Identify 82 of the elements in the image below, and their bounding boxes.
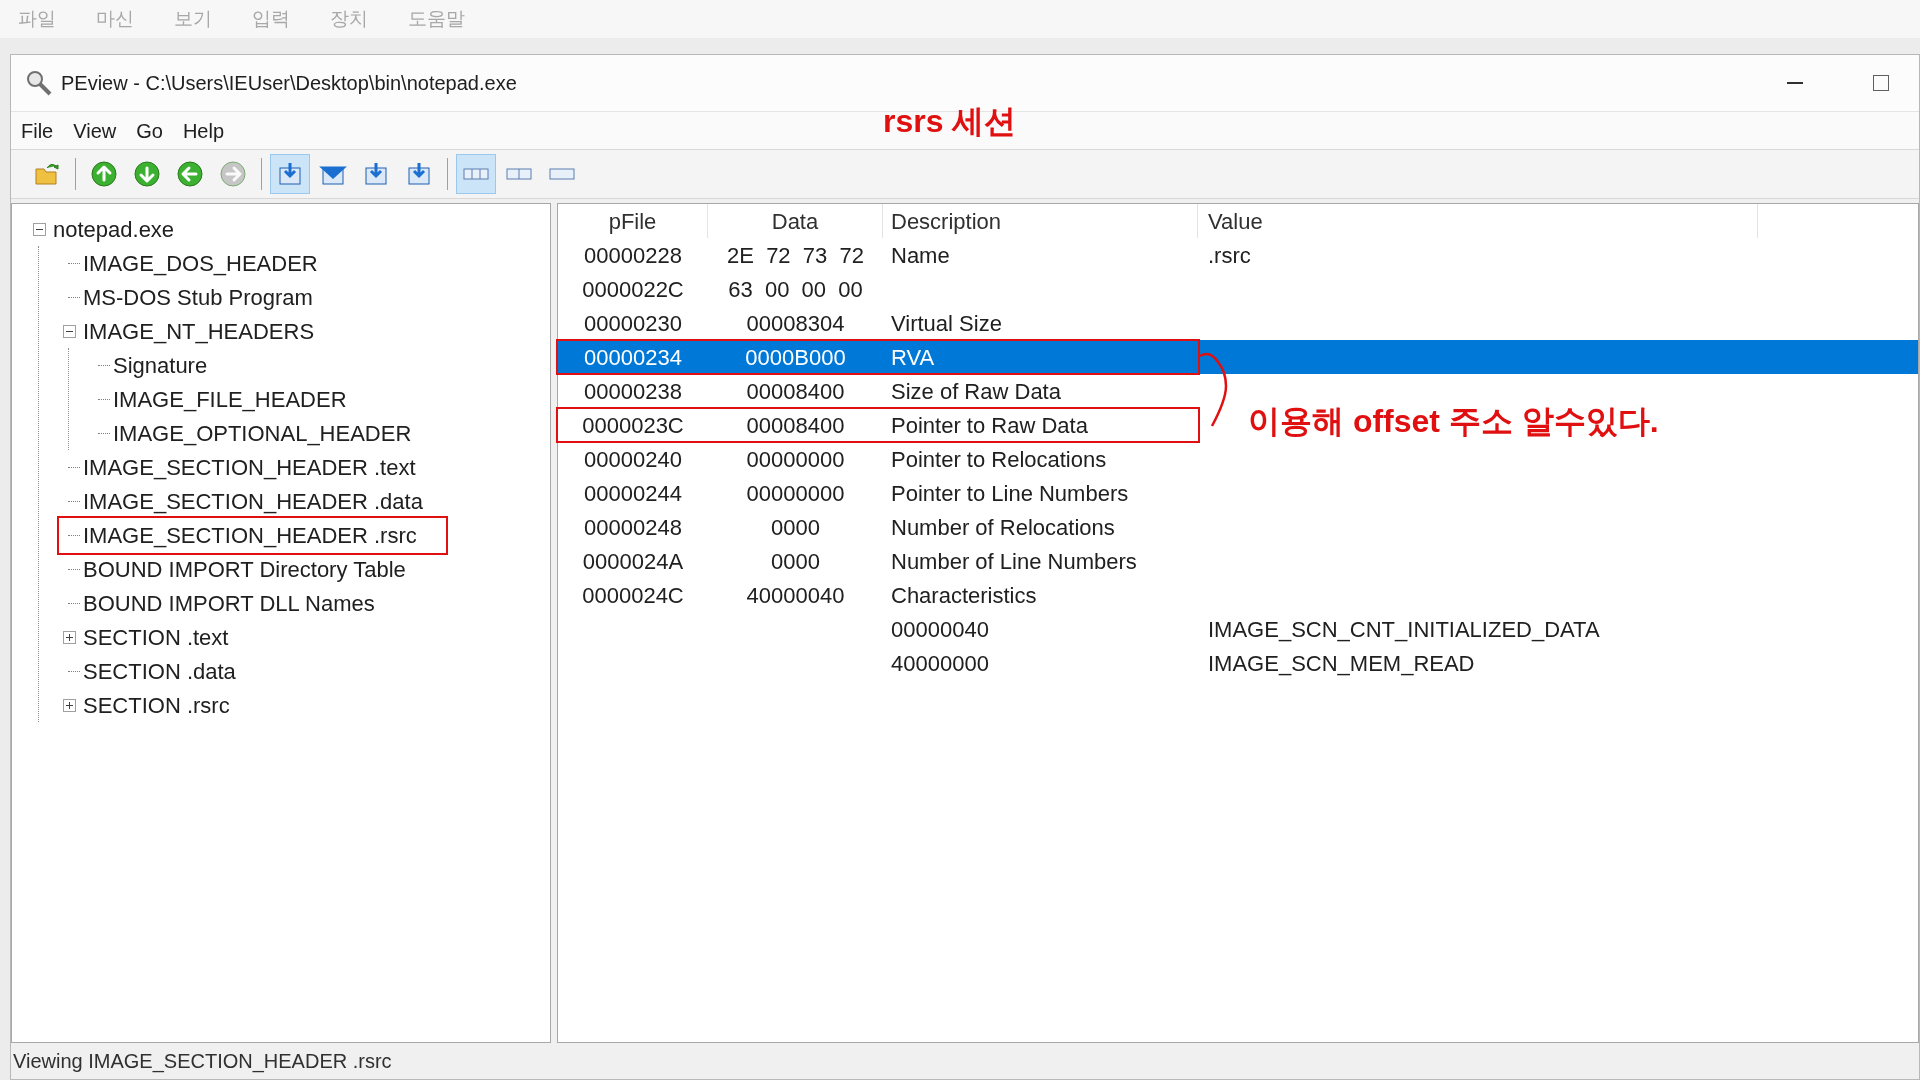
menu-item[interactable]: Help bbox=[182, 115, 225, 146]
column-header[interactable]: Value bbox=[1198, 204, 1758, 238]
arrow-down-icon bbox=[133, 160, 161, 188]
arrow-right-icon bbox=[219, 160, 247, 188]
table-cell-text: 40000000 bbox=[891, 649, 989, 678]
annotation-title: rsrs 세션 bbox=[883, 102, 1017, 141]
tree-item[interactable]: MS-DOS Stub Program bbox=[80, 280, 316, 314]
selected-row[interactable]: 00000234 0000B000 RVA bbox=[558, 340, 1918, 374]
expand-icon[interactable] bbox=[62, 698, 76, 712]
table-cell-text: 00000244 bbox=[584, 479, 682, 508]
column-header[interactable]: Description bbox=[883, 204, 1198, 238]
table-cell-text: 00000000 bbox=[746, 445, 845, 474]
table-cell-text: 00008400 bbox=[746, 411, 845, 440]
column-header[interactable]: pFile bbox=[558, 204, 708, 238]
arrow-left-icon bbox=[176, 160, 204, 188]
tree-item[interactable]: notepad.exe bbox=[50, 212, 178, 246]
status-text: Viewing IMAGE_SECTION_HEADER .rsrc bbox=[13, 1049, 392, 1075]
table-cell-text: 00000240 bbox=[584, 445, 682, 474]
table-cell-text: 00000230 bbox=[584, 309, 682, 338]
tree-item[interactable]: IMAGE_SECTION_HEADER .text bbox=[80, 450, 419, 484]
columns-icon bbox=[549, 167, 575, 181]
tree-item[interactable]: IMAGE_DOS_HEADER bbox=[80, 246, 321, 280]
menu-item[interactable]: Go bbox=[136, 115, 163, 146]
table-cell-text: 0000 bbox=[771, 513, 820, 542]
tree-item[interactable]: SECTION .data bbox=[80, 654, 239, 688]
table-cell-text: Name bbox=[891, 241, 950, 270]
table-cell-text: 00008304 bbox=[746, 309, 845, 338]
expand-icon[interactable] bbox=[62, 630, 76, 644]
table-cell-text: 00000248 bbox=[584, 513, 682, 542]
collapse-icon[interactable] bbox=[32, 222, 46, 236]
table-cell-text: 0000023C bbox=[582, 411, 684, 440]
tree-item[interactable]: IMAGE_SECTION_HEADER .rsrc bbox=[60, 518, 445, 552]
download-box-icon bbox=[276, 160, 304, 188]
column-header[interactable]: Data bbox=[708, 204, 883, 238]
table-cell-text: IMAGE_SCN_MEM_READ bbox=[1208, 649, 1475, 678]
menu-item[interactable]: View bbox=[73, 115, 117, 146]
table-cell-text: 00000234 bbox=[584, 343, 682, 372]
toolbar-button[interactable] bbox=[270, 154, 310, 194]
table-cell-text: .rsrc bbox=[1208, 241, 1251, 270]
table-cell-text: 63 00 00 00 bbox=[728, 275, 863, 304]
table-cell-text: 2E 72 73 72 bbox=[727, 241, 864, 270]
table-cell-text: 00000238 bbox=[584, 377, 682, 406]
table-cell-text: Pointer to Relocations bbox=[891, 445, 1107, 474]
tree-item[interactable]: IMAGE_NT_HEADERS bbox=[80, 314, 318, 348]
download-box-icon bbox=[405, 160, 433, 188]
maximize-icon[interactable] bbox=[1873, 75, 1889, 91]
table-cell-text: Pointer to Line Numbers bbox=[891, 479, 1129, 508]
table-cell-text: 0000024C bbox=[582, 581, 684, 610]
tree-item[interactable]: IMAGE_FILE_HEADER bbox=[110, 382, 350, 416]
table-cell-text: 0000 bbox=[771, 547, 820, 576]
tree-item[interactable]: BOUND IMPORT Directory Table bbox=[80, 552, 409, 586]
window-title: PEview - C:\Users\IEUser\Desktop\bin\notepad.exe bbox=[61, 71, 517, 96]
table-cell-text: Pointer to Raw Data bbox=[891, 411, 1088, 440]
tree-item[interactable]: IMAGE_SECTION_HEADER .data bbox=[80, 484, 426, 518]
columns-icon bbox=[463, 167, 489, 181]
table-cell-text: 00000000 bbox=[746, 479, 845, 508]
tree-item[interactable]: SECTION .rsrc bbox=[80, 688, 233, 722]
table-cell-text: Size of Raw Data bbox=[891, 377, 1061, 406]
collapse-icon[interactable] bbox=[62, 324, 76, 338]
columns-icon bbox=[506, 167, 532, 181]
table-cell-text: 0000022C bbox=[582, 275, 684, 304]
tree-item[interactable]: IMAGE_OPTIONAL_HEADER bbox=[110, 416, 415, 450]
table-cell-text: 00000228 bbox=[584, 241, 682, 270]
table-cell-text: IMAGE_SCN_CNT_INITIALIZED_DATA bbox=[1208, 615, 1600, 644]
table-cell-text: Number of Line Numbers bbox=[891, 547, 1137, 576]
table-cell-text: 00000040 bbox=[891, 615, 989, 644]
magnifier-icon bbox=[25, 69, 53, 97]
table-cell-text: Number of Relocations bbox=[891, 513, 1115, 542]
tree-item[interactable]: Signature bbox=[110, 348, 211, 382]
tree-item[interactable]: BOUND IMPORT DLL Names bbox=[80, 586, 378, 620]
table-cell-text: 40000040 bbox=[746, 581, 845, 610]
arrow-up-icon bbox=[90, 160, 118, 188]
download-box-icon bbox=[362, 160, 390, 188]
table-cell-text: RVA bbox=[891, 343, 935, 372]
table-cell-text: Virtual Size bbox=[891, 309, 1002, 338]
table-cell-text: 00008400 bbox=[746, 377, 845, 406]
table-cell-text: Characteristics bbox=[891, 581, 1037, 610]
menu-item[interactable]: File bbox=[21, 115, 54, 146]
tree-item[interactable]: SECTION .text bbox=[80, 620, 232, 654]
annotation-note: 이용해 offset 주소 알수있다. bbox=[1248, 402, 1659, 441]
table-cell-text: 0000024A bbox=[582, 547, 684, 576]
table-cell-text: 0000B000 bbox=[745, 343, 846, 372]
